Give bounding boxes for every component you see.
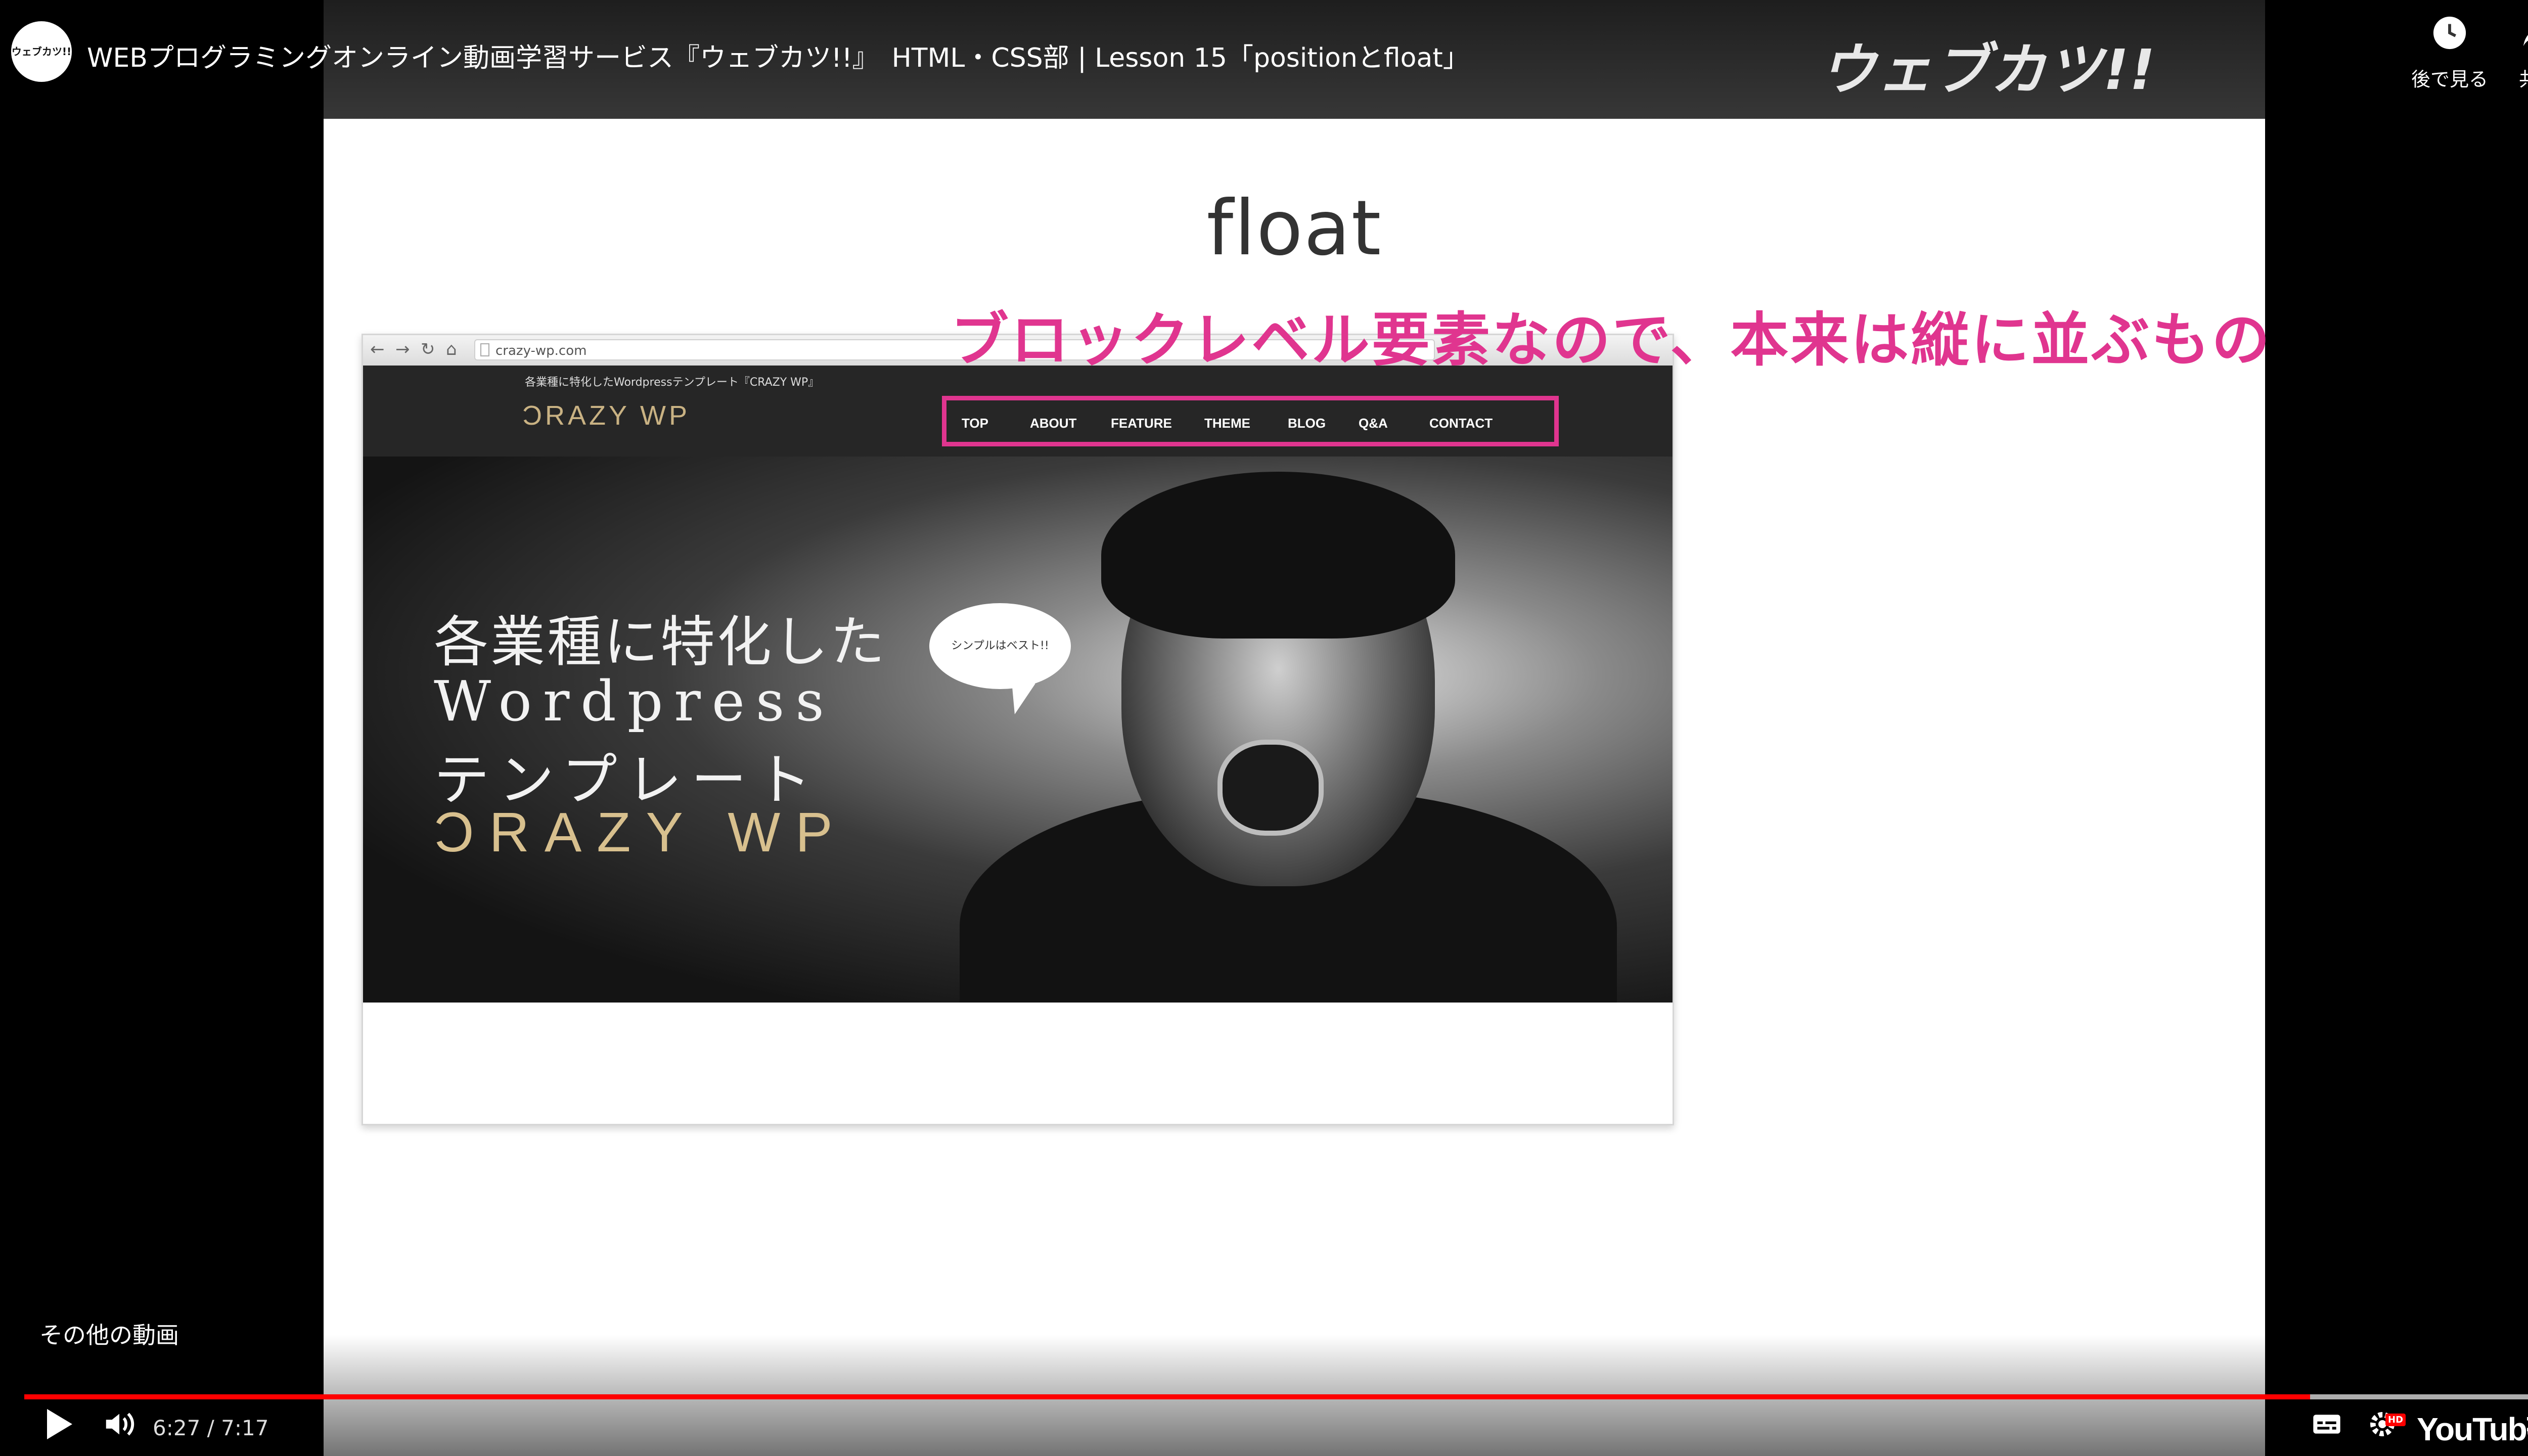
slide-annotation: ブロックレベル要素なので、本来は縦に並ぶもの (951, 306, 2272, 374)
exit-fullscreen-button[interactable] (2523, 1406, 2528, 1444)
progress-bar[interactable] (24, 1394, 2528, 1399)
hero-figure-hair (1101, 472, 1455, 639)
play-icon (47, 1409, 72, 1439)
hero-image: 各業種に特化した Wordpress テンプレート ƆRAZY WP シンプルは… (363, 457, 1673, 1003)
progress-played (24, 1394, 2310, 1399)
watch-later-label: 後で見る (2411, 68, 2488, 90)
nav-highlight-box: TOP ABOUT FEATURE THEME BLOG Q&A CONTACT (942, 396, 1559, 446)
volume-button[interactable] (101, 1406, 138, 1444)
video-frame[interactable]: float ← → ↻ ⌂ crazy-wp.com 各業種に特化したWordp… (324, 119, 2270, 1456)
share-arrow-icon (2488, 15, 2528, 61)
site-header: 各業種に特化したWordpressテンプレート『CRAZY WP』 ƆRAZY … (363, 366, 1673, 457)
hero-line-4: ƆRAZY WP (434, 801, 848, 863)
nav-item-qa: Q&A (1359, 416, 1388, 431)
nav-item-feature: FEATURE (1111, 416, 1172, 431)
hero-line-2: Wordpress (434, 669, 835, 734)
progress-buffered (2310, 1394, 2528, 1399)
clock-icon (2399, 15, 2500, 61)
share-label: 共有 (2488, 64, 2528, 92)
hero-line-1: 各業種に特化した (434, 611, 887, 674)
nav-item-top: TOP (962, 416, 988, 431)
page-icon (480, 343, 489, 356)
nav-item-theme: THEME (1204, 416, 1250, 431)
forward-icon: → (395, 339, 410, 359)
volume-icon (106, 1413, 134, 1436)
brand-logo: ウェブカツ!! (1820, 37, 2156, 102)
browser-screenshot: ← → ↻ ⌂ crazy-wp.com 各業種に特化したWordpressテン… (362, 334, 1674, 1125)
youtube-logo[interactable]: YouTube (2417, 1410, 2528, 1448)
site-logo: ƆRAZY WP (522, 400, 691, 431)
nav-item-about: ABOUT (1030, 416, 1077, 431)
home-icon: ⌂ (446, 339, 457, 359)
slide-title: float (1206, 185, 1382, 272)
channel-avatar[interactable]: ウェブカツ!! (11, 21, 72, 82)
play-button[interactable] (44, 1406, 75, 1444)
share-button[interactable]: 共有 (2488, 15, 2528, 92)
more-videos-label[interactable]: その他の動画 (39, 1317, 179, 1350)
browser-url-text: crazy-wp.com (495, 343, 587, 358)
subtitles-icon (2313, 1415, 2340, 1434)
back-icon: ← (370, 339, 385, 359)
reload-icon: ↻ (421, 339, 435, 359)
watch-later-button[interactable]: 後で見る (2399, 15, 2500, 92)
nav-item-blog: BLOG (1288, 416, 1326, 431)
speech-bubble: シンプルはベスト!! (929, 603, 1071, 689)
video-title[interactable]: WEBプログラミングオンライン動画学習サービス『ウェブカツ!!』 HTML・CS… (87, 36, 1469, 74)
hero-figure-mouth (1217, 740, 1324, 836)
site-tagline: 各業種に特化したWordpressテンプレート『CRAZY WP』 (525, 376, 820, 389)
nav-item-contact: CONTACT (1429, 416, 1493, 431)
time-display: 6:27 / 7:17 (153, 1416, 269, 1440)
subtitles-button[interactable] (2311, 1406, 2343, 1444)
exit-fullscreen-icon (2527, 1417, 2528, 1431)
hd-badge: HD (2385, 1414, 2406, 1426)
